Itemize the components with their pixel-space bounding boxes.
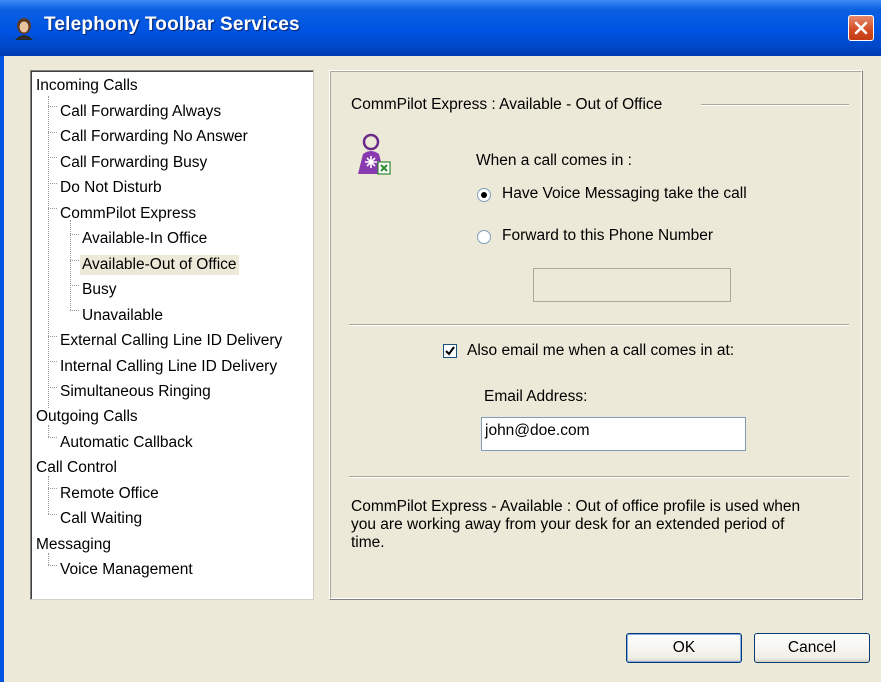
radio-forward-number-label[interactable]: Forward to this Phone Number (502, 227, 713, 245)
tree-item-voice-management[interactable]: Voice Management (60, 560, 193, 580)
group-title-rule (701, 104, 849, 106)
cancel-button[interactable]: Cancel (754, 633, 870, 663)
tree-item-call-forwarding-no-answer[interactable]: Call Forwarding No Answer (60, 127, 248, 147)
group-title: CommPilot Express : Available - Out of O… (351, 96, 663, 113)
window-left-border (0, 56, 4, 682)
tree-item-call-forwarding-always[interactable]: Call Forwarding Always (60, 102, 221, 122)
dialog-window: Telephony Toolbar Services Incoming Call… (0, 0, 881, 682)
tree-item-do-not-disturb[interactable]: Do Not Disturb (60, 178, 162, 198)
tree-item-call-waiting[interactable]: Call Waiting (60, 509, 142, 529)
window-title: Telephony Toolbar Services (44, 14, 300, 35)
description-line-2: you are working away from your desk for … (351, 516, 785, 533)
tree-item-incoming-calls[interactable]: Incoming Calls (36, 76, 138, 96)
tree-item-available-in-office[interactable]: Available-In Office (82, 229, 207, 249)
tree-item-internal-clid[interactable]: Internal Calling Line ID Delivery (60, 357, 277, 377)
tree-item-automatic-callback[interactable]: Automatic Callback (60, 433, 193, 453)
tree-item-available-out-of-office[interactable]: Available-Out of Office (80, 255, 239, 275)
title-bar[interactable]: Telephony Toolbar Services (0, 0, 881, 56)
email-address-input[interactable]: john@doe.com (481, 417, 746, 451)
tree-item-commpilot-express[interactable]: CommPilot Express (60, 204, 196, 224)
forward-number-input (533, 268, 731, 302)
tree-item-messaging[interactable]: Messaging (36, 535, 111, 555)
email-checkbox-label[interactable]: Also email me when a call comes in at: (467, 342, 734, 360)
description-divider (349, 476, 849, 478)
tree-item-remote-office[interactable]: Remote Office (60, 484, 159, 504)
settings-tree[interactable]: Incoming Calls Call Forwarding Always Ca… (30, 70, 314, 600)
description-line-1: CommPilot Express - Available : Out of o… (351, 498, 801, 515)
tree-item-unavailable[interactable]: Unavailable (82, 306, 163, 326)
radio-forward-number[interactable] (477, 230, 491, 244)
close-button[interactable] (848, 15, 874, 41)
app-avatar-icon (12, 16, 36, 40)
commpilot-user-icon (356, 132, 392, 178)
settings-panel: CommPilot Express : Available - Out of O… (329, 70, 863, 600)
tree-item-simultaneous-ringing[interactable]: Simultaneous Ringing (60, 382, 211, 402)
checkmark-icon (445, 346, 455, 356)
tree-item-external-clid[interactable]: External Calling Line ID Delivery (60, 331, 282, 351)
email-checkbox[interactable] (443, 344, 457, 358)
radio-voice-messaging[interactable] (477, 188, 491, 202)
tree-item-outgoing-calls[interactable]: Outgoing Calls (36, 407, 138, 427)
tree-item-busy[interactable]: Busy (82, 280, 116, 300)
close-icon (854, 21, 868, 35)
tree-item-call-control[interactable]: Call Control (36, 458, 117, 478)
section-divider (349, 324, 849, 326)
description-line-3: time. (351, 534, 385, 551)
email-address-label: Email Address: (484, 388, 588, 405)
when-call-label: When a call comes in : (476, 152, 632, 169)
ok-button[interactable]: OK (626, 633, 742, 663)
tree-item-call-forwarding-busy[interactable]: Call Forwarding Busy (60, 153, 207, 173)
radio-voice-messaging-label[interactable]: Have Voice Messaging take the call (502, 185, 747, 203)
